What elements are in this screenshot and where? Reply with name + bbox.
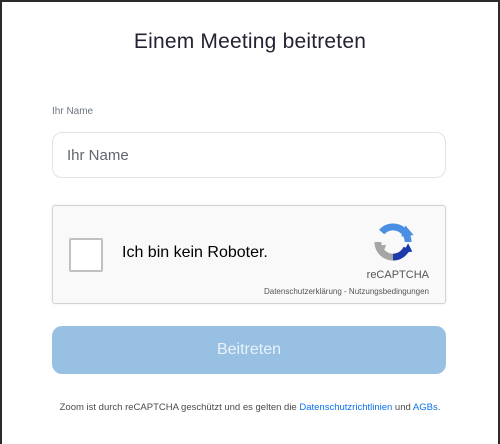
recaptcha-logo-icon [374,223,414,261]
recaptcha-checkbox-label: Ich bin kein Roboter. [122,244,268,261]
footer-text-before: Zoom ist durch reCAPTCHA geschützt und e… [59,402,300,413]
footer-privacy-link[interactable]: Datenschutzrichtlinien [299,402,392,413]
recaptcha-checkbox[interactable] [69,238,103,272]
footer-note: Zoom ist durch reCAPTCHA geschützt und e… [0,402,500,413]
recaptcha-widget: Ich bin kein Roboter. reCAPTCHA Datensch… [52,205,446,304]
recaptcha-links: Datenschutzerklärung - Nutzungsbedingung… [264,287,429,296]
recaptcha-link-separator: - [341,287,349,296]
recaptcha-terms-link[interactable]: Nutzungsbedingungen [349,287,429,296]
name-field-label: Ihr Name [52,106,94,117]
footer-terms-link[interactable]: AGBs [413,402,438,413]
footer-text-after: . [437,402,441,413]
recaptcha-brand: reCAPTCHA [366,269,429,281]
join-button[interactable]: Beitreten [52,326,446,374]
footer-text-middle: und [392,402,413,413]
name-input[interactable] [52,132,446,178]
page-title: Einem Meeting beitreten [133,30,367,53]
recaptcha-privacy-link[interactable]: Datenschutzerklärung [264,287,342,296]
